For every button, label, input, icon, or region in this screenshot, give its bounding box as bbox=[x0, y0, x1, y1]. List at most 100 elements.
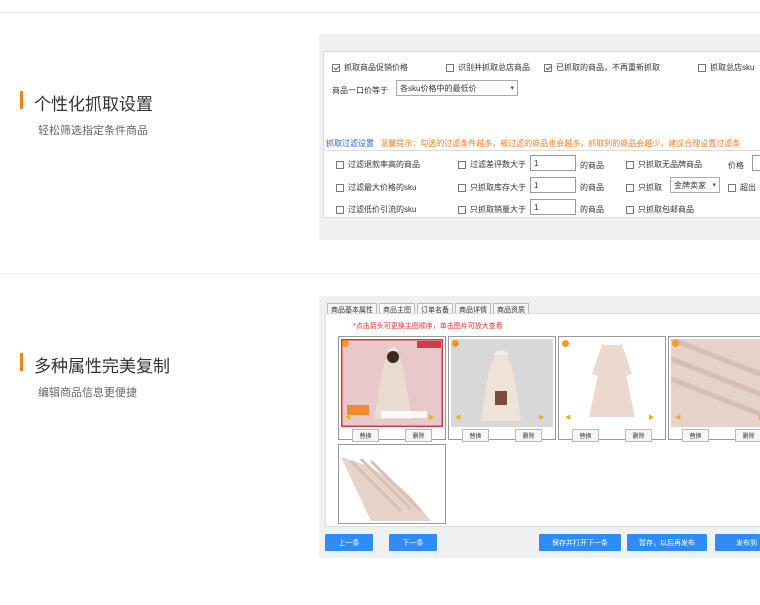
checkbox-icon bbox=[626, 183, 634, 192]
product-image[interactable] bbox=[671, 339, 760, 427]
save-draft-button[interactable]: 暂存，以后再发布 bbox=[627, 534, 707, 551]
image-card[interactable]: ◀ ▶ 替换 删除 bbox=[448, 336, 556, 442]
save-open-next-button[interactable]: 保存并打开下一条 bbox=[539, 534, 621, 551]
top-divider bbox=[0, 12, 760, 13]
image-card[interactable]: ◀ ▶ 替换 删除 bbox=[338, 336, 446, 442]
checkbox-max-price-sku[interactable]: 过滤最大价格的sku bbox=[336, 182, 416, 193]
checkbox-label: 只抓取无品牌商品 bbox=[638, 160, 702, 169]
replace-button[interactable]: 替换 bbox=[682, 429, 709, 442]
checkbox-bad-review[interactable]: 过滤差评数大于 bbox=[458, 159, 526, 170]
product-editor-screenshot: 商品基本属性 商品主图 订单名备 商品详情 商品资质 *点击箭头可更换主图顺序，… bbox=[319, 296, 760, 558]
checkbox-icon bbox=[698, 63, 706, 72]
arrow-right-icon[interactable]: ▶ bbox=[429, 413, 434, 421]
price-rule-label: 商品一口价等于 bbox=[332, 86, 388, 95]
checkbox-store-items[interactable]: 识别并抓取总店商品 bbox=[446, 62, 530, 73]
card-actions: 替换 删除 bbox=[559, 429, 665, 442]
feature-subtitle: 轻松筛选指定条件商品 bbox=[38, 125, 148, 137]
order-badge-icon bbox=[342, 340, 349, 347]
checkbox-label: 过滤差评数大于 bbox=[470, 160, 526, 169]
checkbox-promo-price[interactable]: 抓取商品促销价格 bbox=[332, 62, 408, 73]
checkbox-skip-grabbed[interactable]: 已抓取的商品，不再重新抓取 bbox=[544, 62, 660, 73]
checkbox-icon bbox=[336, 160, 344, 169]
section-divider bbox=[0, 273, 760, 274]
card-actions: 替换 删除 bbox=[339, 429, 445, 442]
unit-label: 的商品 bbox=[580, 183, 604, 192]
price-input[interactable] bbox=[752, 155, 760, 171]
prev-item-button[interactable]: 上一条 bbox=[325, 534, 373, 551]
arrow-left-icon[interactable]: ◀ bbox=[345, 413, 350, 421]
publish-button[interactable]: 发布到 bbox=[715, 534, 760, 551]
next-item-button[interactable]: 下一条 bbox=[389, 534, 437, 551]
arrow-right-icon[interactable]: ▶ bbox=[649, 413, 654, 421]
seller-select[interactable]: 金牌卖家 ▾ bbox=[670, 177, 720, 193]
sales-input[interactable]: 1 bbox=[530, 199, 576, 215]
checkbox-label: 过滤退款率高的商品 bbox=[348, 160, 420, 169]
delete-button[interactable]: 删除 bbox=[735, 429, 760, 442]
checkbox-low-price-sku[interactable]: 过滤低价引流的sku bbox=[336, 204, 416, 215]
checkbox-icon bbox=[728, 183, 736, 192]
feature-title: 多种属性完美复制 bbox=[34, 357, 170, 376]
replace-button[interactable]: 替换 bbox=[352, 429, 379, 442]
stock-input[interactable]: 1 bbox=[530, 177, 576, 193]
checkbox-label: 只抓取销量大于 bbox=[470, 205, 526, 214]
divider bbox=[326, 150, 760, 151]
checkbox-no-brand[interactable]: 只抓取无品牌商品 bbox=[626, 159, 702, 170]
image-card[interactable] bbox=[338, 444, 446, 524]
checkbox-icon bbox=[458, 160, 466, 169]
checkbox-stock-over[interactable]: 只抓取库存大于 bbox=[458, 182, 526, 193]
checkbox-only-grab[interactable]: 只抓取 bbox=[626, 182, 662, 193]
order-badge-icon bbox=[672, 340, 679, 347]
checkbox-icon bbox=[336, 205, 344, 214]
delete-button[interactable]: 删除 bbox=[515, 429, 542, 442]
product-image[interactable] bbox=[341, 339, 443, 427]
image-card[interactable]: ◀ ▶ 替换 删除 bbox=[668, 336, 760, 442]
checkbox-refund-rate[interactable]: 过滤退款率高的商品 bbox=[336, 159, 420, 170]
price-rule-select[interactable]: 各sku价格中的最低价 ▾ bbox=[396, 80, 518, 96]
checkbox-label: 过滤最大价格的sku bbox=[348, 183, 417, 192]
delete-button[interactable]: 删除 bbox=[405, 429, 432, 442]
price-label: 价格 bbox=[728, 161, 744, 170]
arrow-right-icon[interactable]: ▶ bbox=[539, 413, 544, 421]
bad-review-input[interactable]: 1 bbox=[530, 155, 576, 171]
checkbox-free-shipping[interactable]: 只抓取包邮商品 bbox=[626, 204, 694, 215]
delete-button[interactable]: 删除 bbox=[625, 429, 652, 442]
checkbox-icon bbox=[336, 183, 344, 192]
checkbox-store-sku[interactable]: 抓取总店sku bbox=[698, 62, 754, 73]
accent-bar bbox=[20, 91, 23, 109]
arrow-left-icon[interactable]: ◀ bbox=[565, 413, 570, 421]
product-image[interactable] bbox=[561, 339, 663, 427]
order-badge-icon bbox=[452, 340, 459, 347]
checkbox-icon bbox=[458, 205, 466, 214]
checkbox-label: 已抓取的商品，不再重新抓取 bbox=[556, 63, 660, 72]
checkbox-sales-over[interactable]: 只抓取销量大于 bbox=[458, 204, 526, 215]
image-order-tip: *点击箭头可更换主图顺序，单击图片可放大查看 bbox=[353, 323, 503, 330]
product-image[interactable] bbox=[341, 447, 443, 521]
feature-title: 个性化抓取设置 bbox=[34, 95, 153, 114]
replace-button[interactable]: 替换 bbox=[572, 429, 599, 442]
product-image[interactable] bbox=[451, 339, 553, 427]
settings-panel: 抓取商品促销价格 识别并抓取总店商品 已抓取的商品，不再重新抓取 抓取总店sku… bbox=[323, 51, 760, 218]
checkbox-label: 过滤低价引流的sku bbox=[348, 205, 417, 214]
page: 个性化抓取设置 轻松筛选指定条件商品 抓取商品促销价格 识别并抓取总店商品 已抓… bbox=[0, 0, 760, 605]
image-card[interactable]: ◀ ▶ 替换 删除 bbox=[558, 336, 666, 442]
checkbox-label: 只抓取 bbox=[638, 183, 662, 192]
card-actions: 替换 删除 bbox=[669, 429, 760, 442]
filter-title[interactable]: 抓取过滤设置 bbox=[326, 139, 374, 148]
checkbox-icon bbox=[446, 63, 454, 72]
order-badge-icon bbox=[562, 340, 569, 347]
checkbox-icon bbox=[626, 205, 634, 214]
checkbox-label: 识别并抓取总店商品 bbox=[458, 63, 530, 72]
select-value: 金牌卖家 bbox=[674, 180, 706, 190]
chevron-down-icon: ▾ bbox=[712, 182, 716, 189]
checkbox-over[interactable]: 超出 bbox=[728, 182, 756, 193]
arrow-left-icon[interactable]: ◀ bbox=[455, 413, 460, 421]
checkbox-checked-icon bbox=[544, 63, 552, 72]
checkbox-label: 只抓取库存大于 bbox=[470, 183, 526, 192]
replace-button[interactable]: 替换 bbox=[462, 429, 489, 442]
checkbox-label: 抓取商品促销价格 bbox=[344, 63, 408, 72]
select-value: 各sku价格中的最低价 bbox=[400, 83, 477, 93]
card-actions: 替换 删除 bbox=[449, 429, 555, 442]
arrow-left-icon[interactable]: ◀ bbox=[675, 413, 680, 421]
accent-bar bbox=[20, 353, 23, 371]
checkbox-label: 只抓取包邮商品 bbox=[638, 205, 694, 214]
